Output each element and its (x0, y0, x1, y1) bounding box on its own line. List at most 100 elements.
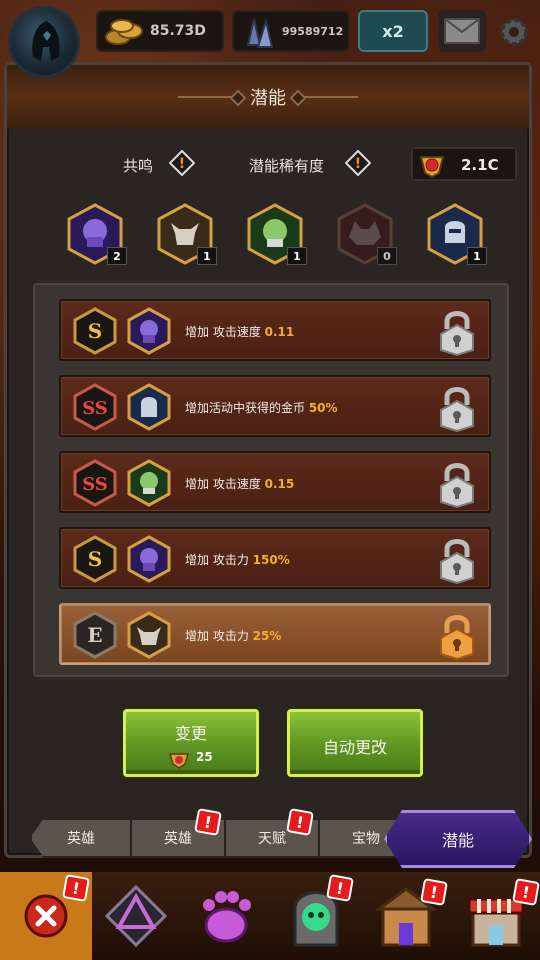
red-gem-icon (168, 753, 190, 769)
potential-panel: 潜能 共鸣 ! 潜能稀有度 ! 2.1C 2 1 1 0 1 S 增加 攻击速度… (4, 62, 532, 858)
hero-count: 2 (107, 247, 127, 265)
top-bar: 85.73D 99589712 x2 (0, 0, 540, 78)
rank-letter: S (88, 319, 102, 343)
mail-icon (444, 18, 480, 44)
hero-resonance-row: 2 1 1 0 1 (7, 203, 529, 273)
crystal-icon (246, 17, 274, 48)
stat-label: 增加 攻击速度 (185, 325, 265, 339)
hero-count: 1 (287, 247, 307, 265)
auto-change-label: 自动更改 (322, 738, 387, 757)
rank-s-icon: S (73, 307, 117, 355)
change-button-label: 变更 (174, 724, 207, 743)
tab-heroes[interactable]: 英雄 (30, 818, 132, 858)
gold-coins-icon (105, 19, 143, 45)
mail-button[interactable] (438, 10, 486, 52)
gem-value: 99589712 (282, 24, 344, 38)
stat-value: 25% (252, 629, 282, 643)
rarity-info-icon[interactable]: ! (345, 150, 371, 176)
alert-badge: ! (326, 874, 354, 902)
potential-row[interactable]: S 增加 攻击速度 0.11 (59, 299, 491, 361)
bottom-nav: ! ! ! ! (0, 872, 540, 960)
page-title: 潜能 (250, 88, 286, 109)
close-nav-button[interactable]: ! (0, 872, 92, 960)
potential-description: 增加 攻击力 150% (185, 551, 290, 568)
title-ornament-right (298, 96, 358, 98)
hero-badge-purple[interactable]: 2 (67, 203, 127, 265)
gold-value: 85.73D (150, 23, 206, 39)
rank-letter: SS (82, 474, 108, 495)
unlocked-padlock-icon[interactable] (437, 459, 477, 509)
hooded-figure-icon (32, 21, 60, 61)
rank-e-icon: E (73, 611, 117, 659)
speed-multiplier-button[interactable]: x2 (358, 10, 428, 52)
hero-badge-wolf[interactable]: 0 (337, 203, 397, 265)
stat-label: 增加 攻击力 (185, 553, 253, 567)
hero-badge-green[interactable]: 1 (247, 203, 307, 265)
potential-description: 增加 攻击速度 0.11 (185, 323, 294, 340)
tab-potential[interactable]: 潜能 (384, 810, 532, 868)
rank-ss-icon: SS (73, 459, 117, 507)
rank-letter: E (87, 623, 102, 647)
info-row: 共鸣 ! 潜能稀有度 ! 2.1C (7, 145, 529, 183)
resonance-info-icon[interactable]: ! (169, 150, 195, 176)
potential-stone-value: 2.1C (461, 156, 499, 174)
stat-value: 0.11 (264, 325, 295, 339)
rarity-label: 潜能稀有度 (249, 157, 325, 175)
gold-counter[interactable]: 85.73D (96, 10, 224, 52)
nav-skull-portal[interactable]: ! (276, 874, 356, 956)
tab-bar: 英雄 英雄 天赋 宝物 潜能 ! ! (0, 806, 540, 872)
stat-label: 增加活动中获得的金币 (185, 401, 309, 415)
potential-row[interactable]: S 增加 攻击力 150% (59, 527, 491, 589)
hero-count: 1 (197, 247, 217, 265)
rank-letter: S (88, 547, 102, 571)
potential-description: 增加 攻击速度 0.15 (185, 475, 294, 492)
nav-shop[interactable]: ! (366, 876, 448, 956)
potential-description: 增加活动中获得的金币 50% (185, 399, 338, 416)
alert-badge: ! (286, 808, 314, 836)
alert-badge: ! (62, 874, 90, 902)
potential-list: S 增加 攻击速度 0.11 SS 增加活动中获得的金币 50% SS 增加 攻… (33, 283, 509, 677)
resonance-label: 共鸣 (123, 157, 154, 175)
settings-button[interactable] (492, 10, 536, 54)
unlocked-padlock-icon[interactable] (437, 535, 477, 585)
stat-label: 增加 攻击速度 (185, 477, 265, 491)
portal-triangle-icon (104, 884, 168, 948)
potential-row[interactable]: SS 增加 攻击速度 0.15 (59, 451, 491, 513)
change-cost: 25 (196, 750, 213, 764)
nav-store[interactable]: ! (456, 876, 540, 956)
potential-row-selected[interactable]: E 增加 攻击力 25% (59, 603, 491, 665)
stat-value: 50% (308, 401, 338, 415)
alert-badge: ! (194, 808, 222, 836)
gem-counter[interactable]: 99589712 (232, 10, 350, 52)
auto-change-button[interactable]: 自动更改 (287, 709, 423, 777)
change-button[interactable]: 变更 25 (123, 709, 259, 777)
hero-badge-bull[interactable]: 1 (157, 203, 217, 265)
hero-badge-blue[interactable]: 1 (427, 203, 487, 265)
player-avatar[interactable] (8, 6, 80, 78)
unlocked-padlock-icon[interactable] (437, 307, 477, 357)
alert-badge: ! (420, 878, 448, 906)
nav-portal[interactable] (96, 876, 176, 956)
blue-knight-hero-icon (127, 383, 171, 431)
svg-text:!: ! (179, 156, 185, 172)
stat-value: 0.15 (264, 477, 295, 491)
potential-description: 增加 攻击力 25% (185, 627, 281, 644)
unlocked-padlock-icon[interactable] (437, 383, 477, 433)
gear-icon (500, 18, 528, 46)
rank-letter: SS (82, 398, 108, 419)
stat-value: 150% (252, 553, 290, 567)
purple-hero-icon (127, 307, 171, 355)
rank-ss-icon: SS (73, 383, 117, 431)
close-icon (24, 894, 68, 938)
panel-title-bar: 潜能 (7, 65, 529, 129)
green-hero-icon (127, 459, 171, 507)
bull-hero-icon (127, 611, 171, 659)
hero-count: 1 (467, 247, 487, 265)
nav-beast[interactable] (186, 876, 266, 956)
potential-stone-counter[interactable]: 2.1C (411, 147, 517, 181)
purple-hero-icon (127, 535, 171, 583)
hero-count: 0 (377, 247, 397, 265)
locked-padlock-icon[interactable] (437, 611, 477, 661)
rank-s-icon: S (73, 535, 117, 583)
potential-row[interactable]: SS 增加活动中获得的金币 50% (59, 375, 491, 437)
